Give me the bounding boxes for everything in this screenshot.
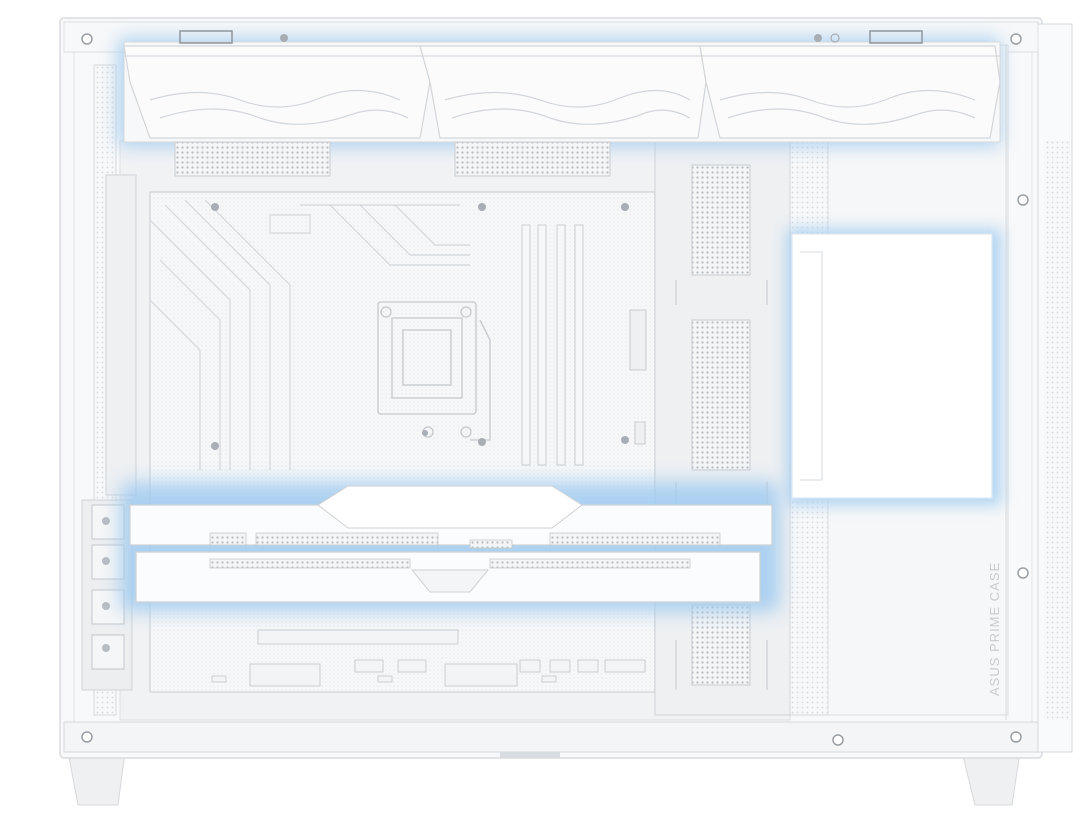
front-mesh-vent-icon <box>1044 140 1070 720</box>
case-feet <box>67 751 1021 806</box>
case-brand-label: ASUS PRIME CASE <box>987 561 1002 696</box>
motherboard <box>149 191 656 693</box>
pc-case-render: ASUS PRIME CASE <box>0 0 1088 816</box>
case-illustration <box>59 17 1073 806</box>
fan-icon <box>699 45 1001 139</box>
power-supply-block <box>791 233 993 499</box>
fan-icon <box>419 45 707 139</box>
fan-icon <box>123 45 431 139</box>
